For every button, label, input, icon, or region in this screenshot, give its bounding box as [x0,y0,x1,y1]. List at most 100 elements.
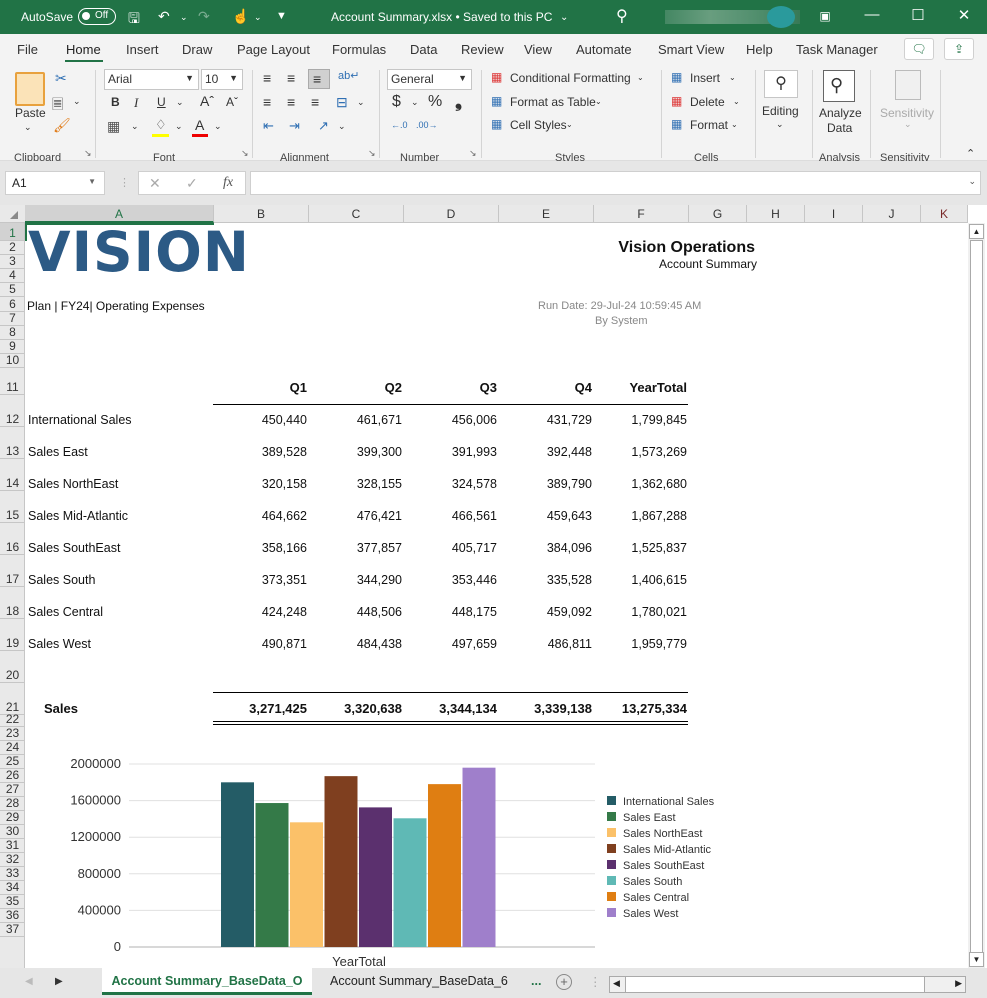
tab-smart-view[interactable]: Smart View [658,42,724,57]
column-header-c[interactable]: C [309,205,404,223]
previous-sheet-icon[interactable]: ◀ [25,976,33,987]
undo-dropdown-icon[interactable]: ⌄ [180,12,188,23]
bold-button[interactable]: B [111,95,120,109]
paste-dropdown-icon[interactable]: ⌄ [24,122,32,133]
tab-formulas[interactable]: Formulas [332,42,386,57]
sheet-tab[interactable]: Account Summary_BaseData_6 [330,968,508,995]
orientation-icon[interactable]: ↗ [318,118,329,134]
row-header-17[interactable]: 17 [0,555,24,587]
cell-styles-button[interactable]: Cell Styles [510,118,567,132]
comma-style-button[interactable]: ❟ [455,91,462,112]
column-header-k[interactable]: K [921,205,968,223]
avatar[interactable] [767,6,795,28]
cut-icon[interactable]: ✂ [55,70,67,87]
increase-indent-icon[interactable]: ⇥ [289,118,300,134]
row-header-19[interactable]: 19 [0,619,24,651]
tab-data[interactable]: Data [410,42,437,57]
horizontal-scroll-thumb[interactable] [625,977,925,992]
tab-task-manager[interactable]: Task Manager [796,42,878,57]
tab-file[interactable]: File [17,42,38,57]
copy-icon[interactable]: 🗏 [52,94,63,118]
row-header-15[interactable]: 15 [0,491,24,523]
row-header-36[interactable]: 36 [0,909,24,923]
row-header-35[interactable]: 35 [0,895,24,909]
undo-icon[interactable]: ↶ [158,8,170,25]
column-header-b[interactable]: B [214,205,309,223]
merge-dropdown-icon[interactable]: ⌄ [357,97,365,108]
tab-home[interactable]: Home [66,42,101,57]
sheet-tab-active[interactable]: Account Summary_BaseData_O [102,968,312,995]
touch-mode-icon[interactable]: ☝ [232,8,249,25]
align-center-icon[interactable]: ≡ [287,94,295,110]
vertical-scroll-thumb[interactable] [970,240,983,953]
next-sheet-icon[interactable]: ▶ [55,976,63,987]
enter-icon[interactable]: ✓ [186,175,198,192]
currency-button[interactable]: $ [392,93,401,111]
share-button[interactable]: ⇪ [944,38,974,60]
borders-dropdown-icon[interactable]: ⌄ [131,121,139,132]
save-icon[interactable]: 🖫 [128,8,140,32]
search-icon[interactable]: ⚲ [616,6,628,26]
row-header-28[interactable]: 28 [0,797,24,811]
clipboard-launcher-icon[interactable]: ↘ [84,148,92,159]
row-header-8[interactable]: 8 [0,326,24,340]
maximize-icon[interactable]: ☐ [903,6,933,24]
name-box[interactable]: A1 ▼ [5,171,105,195]
row-header-11[interactable]: 11 [0,368,24,395]
collapse-ribbon-icon[interactable]: ⌃ [966,147,975,160]
row-header-7[interactable]: 7 [0,312,24,326]
font-name-dropdown[interactable]: Arial ▼ [104,69,199,90]
scroll-right-icon[interactable]: ▶ [955,978,962,989]
underline-button[interactable]: U [157,95,166,109]
row-header-20[interactable]: 20 [0,651,24,683]
tab-insert[interactable]: Insert [126,42,159,57]
row-header-4[interactable]: 4 [0,269,24,283]
column-header-h[interactable]: H [747,205,805,223]
paste-button[interactable]: Paste [15,106,46,120]
scroll-up-button[interactable]: ▲ [969,224,984,239]
copy-dropdown-icon[interactable]: ⌄ [73,96,81,107]
column-header-d[interactable]: D [404,205,499,223]
column-header-i[interactable]: I [805,205,863,223]
tab-page-layout[interactable]: Page Layout [237,42,310,57]
analyze-data-icon[interactable]: ⚲ [823,70,855,102]
number-launcher-icon[interactable]: ↘ [469,148,477,159]
row-header-10[interactable]: 10 [0,354,24,368]
borders-icon[interactable]: ▦ [107,118,120,135]
column-header-j[interactable]: J [863,205,921,223]
align-right-icon[interactable]: ≡ [311,94,319,110]
column-header-e[interactable]: E [499,205,594,223]
wrap-text-icon[interactable]: ab↵ [338,69,359,82]
autosave-toggle[interactable]: Off [78,8,116,25]
top-align-icon[interactable]: ≡ [263,70,271,86]
row-header-14[interactable]: 14 [0,459,24,491]
fill-color-dropdown-icon[interactable]: ⌄ [175,121,183,132]
row-header-32[interactable]: 32 [0,853,24,867]
customize-qat-icon[interactable]: ▼ [276,10,287,22]
row-header-30[interactable]: 30 [0,825,24,839]
document-title[interactable]: Account Summary.xlsx • Saved to this PC [331,10,552,24]
font-size-dropdown[interactable]: 10 ▼ [201,69,243,90]
expand-formula-bar-icon[interactable]: ⌄ [968,176,976,187]
tab-draw[interactable]: Draw [182,42,212,57]
row-header-37[interactable]: 37 [0,923,24,937]
font-color-dropdown-icon[interactable]: ⌄ [214,121,222,132]
minimize-icon[interactable]: — [857,6,887,23]
tab-review[interactable]: Review [461,42,504,57]
row-header-29[interactable]: 29 [0,811,24,825]
row-header-24[interactable]: 24 [0,741,24,755]
row-header-2[interactable]: 2 [0,241,24,255]
row-header-18[interactable]: 18 [0,587,24,619]
add-sheet-button[interactable]: + [556,974,572,990]
align-left-icon[interactable]: ≡ [263,94,271,110]
merge-center-icon[interactable]: ⊟ [336,94,348,111]
increase-font-size-icon[interactable]: Aˆ [200,93,214,109]
italic-button[interactable]: I [134,95,138,111]
title-dropdown-icon[interactable]: ⌄ [560,12,568,23]
analyze-data-button[interactable]: Analyze [819,106,862,120]
row-header-31[interactable]: 31 [0,839,24,853]
column-header-a[interactable]: A [25,205,214,223]
format-as-table-button[interactable]: Format as Table [510,95,596,109]
scroll-left-icon[interactable]: ◀ [613,978,620,989]
alignment-launcher-icon[interactable]: ↘ [368,148,376,159]
